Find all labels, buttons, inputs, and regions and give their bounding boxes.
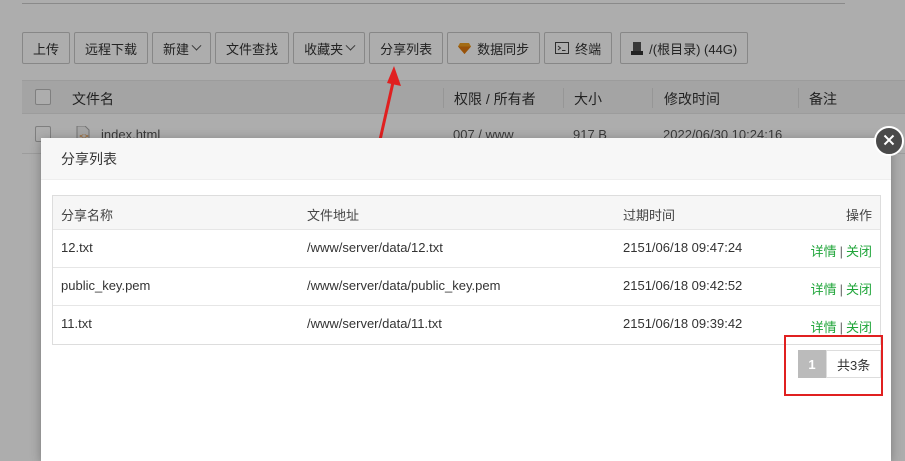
highlight-box — [784, 335, 883, 396]
detail-link[interactable]: 详情 — [811, 282, 837, 297]
share-name: 12.txt — [61, 240, 93, 255]
share-expire: 2151/06/18 09:47:24 — [623, 240, 743, 255]
share-name: 11.txt — [61, 316, 92, 331]
table-row: public_key.pem /www/server/data/public_k… — [53, 268, 880, 306]
close-icon — [883, 134, 895, 149]
column-header-actions: 操作 — [845, 208, 872, 223]
share-path: /www/server/data/12.txt — [307, 240, 443, 255]
close-share-link[interactable]: 关闭 — [846, 282, 872, 297]
modal-title: 分享列表 — [41, 138, 891, 180]
annotation-arrow — [370, 64, 410, 147]
table-row: 11.txt /www/server/data/11.txt 2151/06/1… — [53, 306, 880, 344]
share-path: /www/server/data/public_key.pem — [307, 278, 501, 293]
share-name: public_key.pem — [61, 278, 151, 293]
share-table-header: 分享名称 文件地址 过期时间 操作 — [53, 196, 880, 230]
action-separator: | — [839, 282, 843, 297]
row-actions: 详情 | 关闭 — [811, 279, 872, 298]
row-actions: 详情 | 关闭 — [811, 317, 872, 336]
share-path: /www/server/data/11.txt — [307, 316, 442, 331]
share-expire: 2151/06/18 09:39:42 — [623, 316, 743, 331]
column-header-file-path: 文件地址 — [307, 208, 360, 223]
share-list-modal: 分享列表 分享名称 文件地址 过期时间 操作 12.txt /www/serve… — [41, 138, 891, 461]
row-actions: 详情 | 关闭 — [811, 241, 872, 260]
action-separator: | — [839, 244, 843, 259]
action-separator: | — [839, 320, 843, 335]
close-share-link[interactable]: 关闭 — [846, 244, 872, 259]
modal-close-button[interactable] — [874, 126, 904, 156]
detail-link[interactable]: 详情 — [811, 244, 837, 259]
column-header-expire-time: 过期时间 — [623, 208, 676, 223]
detail-link[interactable]: 详情 — [811, 320, 837, 335]
share-table: 分享名称 文件地址 过期时间 操作 12.txt /www/server/dat… — [52, 195, 881, 345]
column-header-share-name: 分享名称 — [61, 208, 114, 223]
share-expire: 2151/06/18 09:42:52 — [623, 278, 743, 293]
close-share-link[interactable]: 关闭 — [846, 320, 872, 335]
table-row: 12.txt /www/server/data/12.txt 2151/06/1… — [53, 230, 880, 268]
